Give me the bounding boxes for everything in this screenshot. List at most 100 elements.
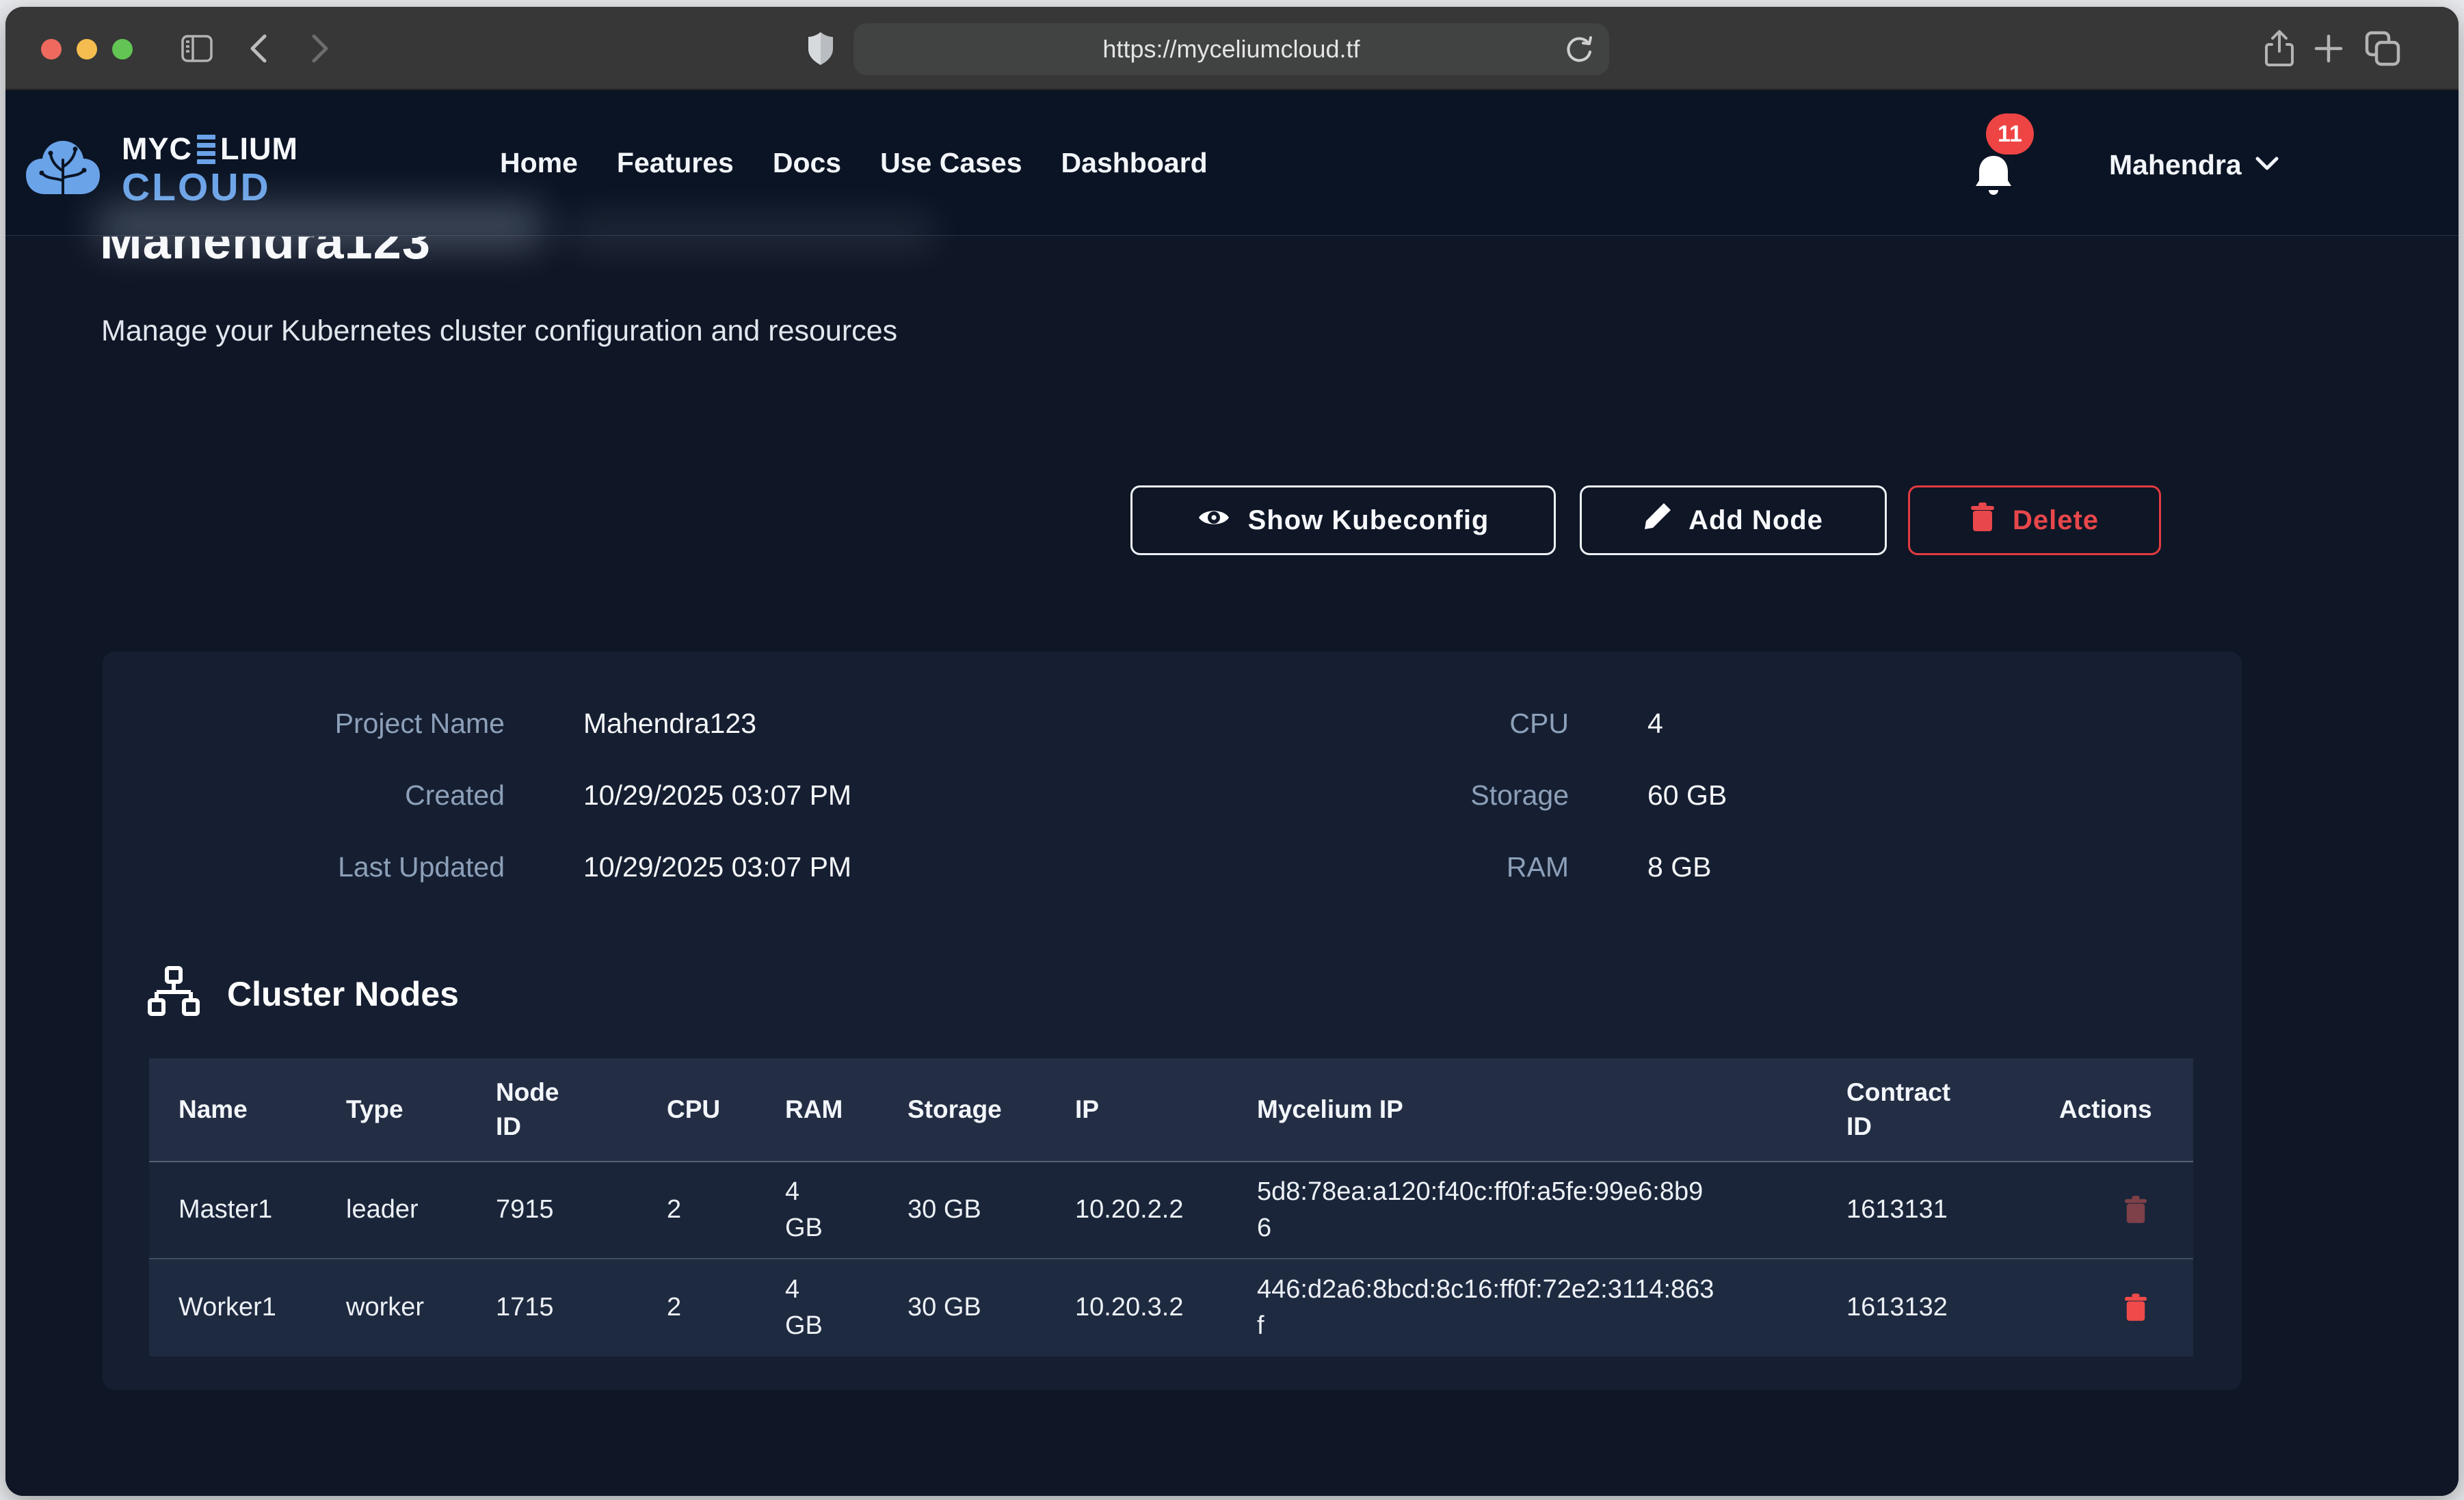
mycelium-cloud-logo-icon[interactable]	[23, 139, 103, 204]
nav-item-use-cases[interactable]: Use Cases	[880, 147, 1022, 179]
detail-value: 10/29/2025 03:07 PM	[583, 851, 851, 883]
notifications-button[interactable]: 11	[1967, 90, 2056, 236]
cluster-nodes-heading: Cluster Nodes	[148, 966, 459, 1021]
detail-row: Created 10/29/2025 03:07 PM	[103, 779, 851, 812]
detail-value: 10/29/2025 03:07 PM	[583, 779, 851, 812]
tab-overview-icon[interactable]	[2355, 7, 2410, 90]
detail-value: 8 GB	[1647, 851, 1711, 883]
cell-type: worker	[346, 1289, 496, 1326]
browser-toolbar: https://myceliumcloud.tf	[5, 7, 2459, 90]
detail-label: Project Name	[103, 708, 505, 740]
delete-node-button[interactable]	[2124, 1195, 2147, 1226]
col-header-node-id: Node ID	[496, 1075, 667, 1144]
forward-icon[interactable]	[300, 7, 341, 90]
nav-item-home[interactable]: Home	[500, 147, 578, 179]
cluster-details-card: Project Name Mahendra123 Created 10/29/2…	[103, 652, 2242, 1390]
brand-text-cloud: CLOUD	[122, 168, 298, 207]
sidebar-toggle-icon[interactable]	[173, 7, 221, 90]
detail-value: 4	[1647, 708, 1663, 740]
nav-item-features[interactable]: Features	[617, 147, 734, 179]
trash-icon	[2124, 1293, 2147, 1324]
delete-cluster-button[interactable]: Delete	[1908, 485, 2161, 555]
col-header-ram: RAM	[785, 1093, 908, 1127]
screenshot-root: https://myceliumcloud.tf	[0, 0, 2464, 1500]
show-kubeconfig-label: Show Kubeconfig	[1248, 505, 1489, 536]
table-row-worker1: Worker1 worker 1715 2 4 GB 30 GB 10.20.3…	[149, 1259, 2193, 1356]
cell-ram: 4 GB	[785, 1174, 908, 1246]
brand-wordmark[interactable]: MYC LIUM CLOUD	[122, 131, 298, 207]
detail-label: Storage	[1167, 779, 1569, 812]
cell-mycelium-ip: 5d8:78ea:a120:f40c:ff0f:a5fe:99e6:8b96	[1257, 1174, 1846, 1246]
cell-storage: 30 GB	[908, 1192, 1075, 1228]
cell-contract-id: 1613131	[1846, 1192, 2059, 1228]
minimize-window-button[interactable]	[77, 39, 97, 59]
brand-text-pre: MYC	[122, 131, 192, 167]
main-nav: Home Features Docs Use Cases Dashboard	[500, 90, 1208, 236]
details-left-column: Project Name Mahendra123 Created 10/29/2…	[103, 708, 851, 884]
cell-cpu: 2	[667, 1289, 785, 1326]
user-menu[interactable]: Mahendra	[2109, 149, 2279, 181]
bell-icon	[1974, 155, 2013, 200]
col-header-mycelium-ip: Mycelium IP	[1257, 1093, 1846, 1127]
detail-label: Last Updated	[103, 851, 505, 883]
back-icon[interactable]	[238, 7, 279, 90]
page-content: MYC LIUM CLOUD Home Features Docs Use Ca…	[5, 90, 2459, 1496]
pencil-icon	[1643, 503, 1671, 537]
detail-value: Mahendra123	[583, 708, 756, 740]
table-row-master1: Master1 leader 7915 2 4 GB 30 GB 10.20.2…	[149, 1162, 2193, 1259]
browser-window: https://myceliumcloud.tf	[5, 7, 2459, 1496]
col-header-contract-id: Contract ID	[1846, 1075, 2059, 1144]
cell-node-id: 7915	[496, 1192, 667, 1228]
col-header-ip: IP	[1075, 1093, 1257, 1127]
table-header-row: Name Type Node ID CPU RAM Storage IP Myc…	[149, 1058, 2193, 1162]
add-node-label: Add Node	[1688, 505, 1823, 536]
brand-text-post: LIUM	[220, 131, 298, 167]
col-header-actions: Actions	[2059, 1093, 2193, 1127]
detail-row: CPU 4	[1167, 708, 1727, 740]
reload-icon[interactable]	[1565, 34, 1594, 68]
detail-value: 60 GB	[1647, 779, 1727, 812]
eye-icon	[1197, 505, 1230, 536]
cell-ip: 10.20.3.2	[1075, 1289, 1257, 1326]
cell-ram: 4 GB	[785, 1272, 908, 1344]
header-blur-glow-2	[566, 216, 936, 247]
cell-name: Worker1	[178, 1289, 346, 1326]
col-header-type: Type	[346, 1093, 496, 1127]
trash-icon	[1970, 503, 1995, 538]
detail-label: Created	[103, 779, 505, 812]
detail-row: Last Updated 10/29/2025 03:07 PM	[103, 851, 851, 884]
cell-type: leader	[346, 1192, 496, 1228]
nodes-table: Name Type Node ID CPU RAM Storage IP Myc…	[149, 1058, 2193, 1356]
window-controls	[41, 39, 133, 59]
cluster-nodes-title: Cluster Nodes	[227, 974, 459, 1014]
col-header-storage: Storage	[908, 1093, 1075, 1127]
privacy-shield-icon[interactable]	[799, 7, 843, 90]
cell-storage: 30 GB	[908, 1289, 1075, 1326]
nav-item-docs[interactable]: Docs	[773, 147, 841, 179]
detail-row: RAM 8 GB	[1167, 851, 1727, 884]
cell-actions	[2059, 1195, 2193, 1226]
share-icon[interactable]	[2255, 7, 2303, 90]
user-name: Mahendra	[2109, 149, 2242, 181]
zoom-window-button[interactable]	[112, 39, 133, 59]
delete-node-button[interactable]	[2124, 1293, 2147, 1324]
new-tab-icon[interactable]	[2305, 7, 2353, 90]
address-bar[interactable]: https://myceliumcloud.tf	[853, 23, 1609, 75]
detail-label: RAM	[1167, 851, 1569, 883]
nav-item-dashboard[interactable]: Dashboard	[1061, 147, 1208, 179]
page-subtitle: Manage your Kubernetes cluster configura…	[101, 314, 897, 348]
header-blur-glow	[94, 205, 546, 247]
add-node-button[interactable]: Add Node	[1580, 485, 1887, 555]
chevron-down-icon	[2255, 156, 2279, 174]
cell-name: Master1	[178, 1192, 346, 1228]
cluster-actions-row: Show Kubeconfig Add Node	[5, 485, 2459, 555]
close-window-button[interactable]	[41, 39, 62, 59]
delete-label: Delete	[2013, 505, 2099, 536]
network-nodes-icon	[148, 966, 200, 1021]
detail-label: CPU	[1167, 708, 1569, 740]
trash-icon	[2124, 1195, 2147, 1226]
cell-contract-id: 1613132	[1846, 1289, 2059, 1326]
notification-count-badge: 11	[1986, 113, 2034, 155]
cell-actions	[2059, 1293, 2193, 1324]
show-kubeconfig-button[interactable]: Show Kubeconfig	[1130, 485, 1556, 555]
